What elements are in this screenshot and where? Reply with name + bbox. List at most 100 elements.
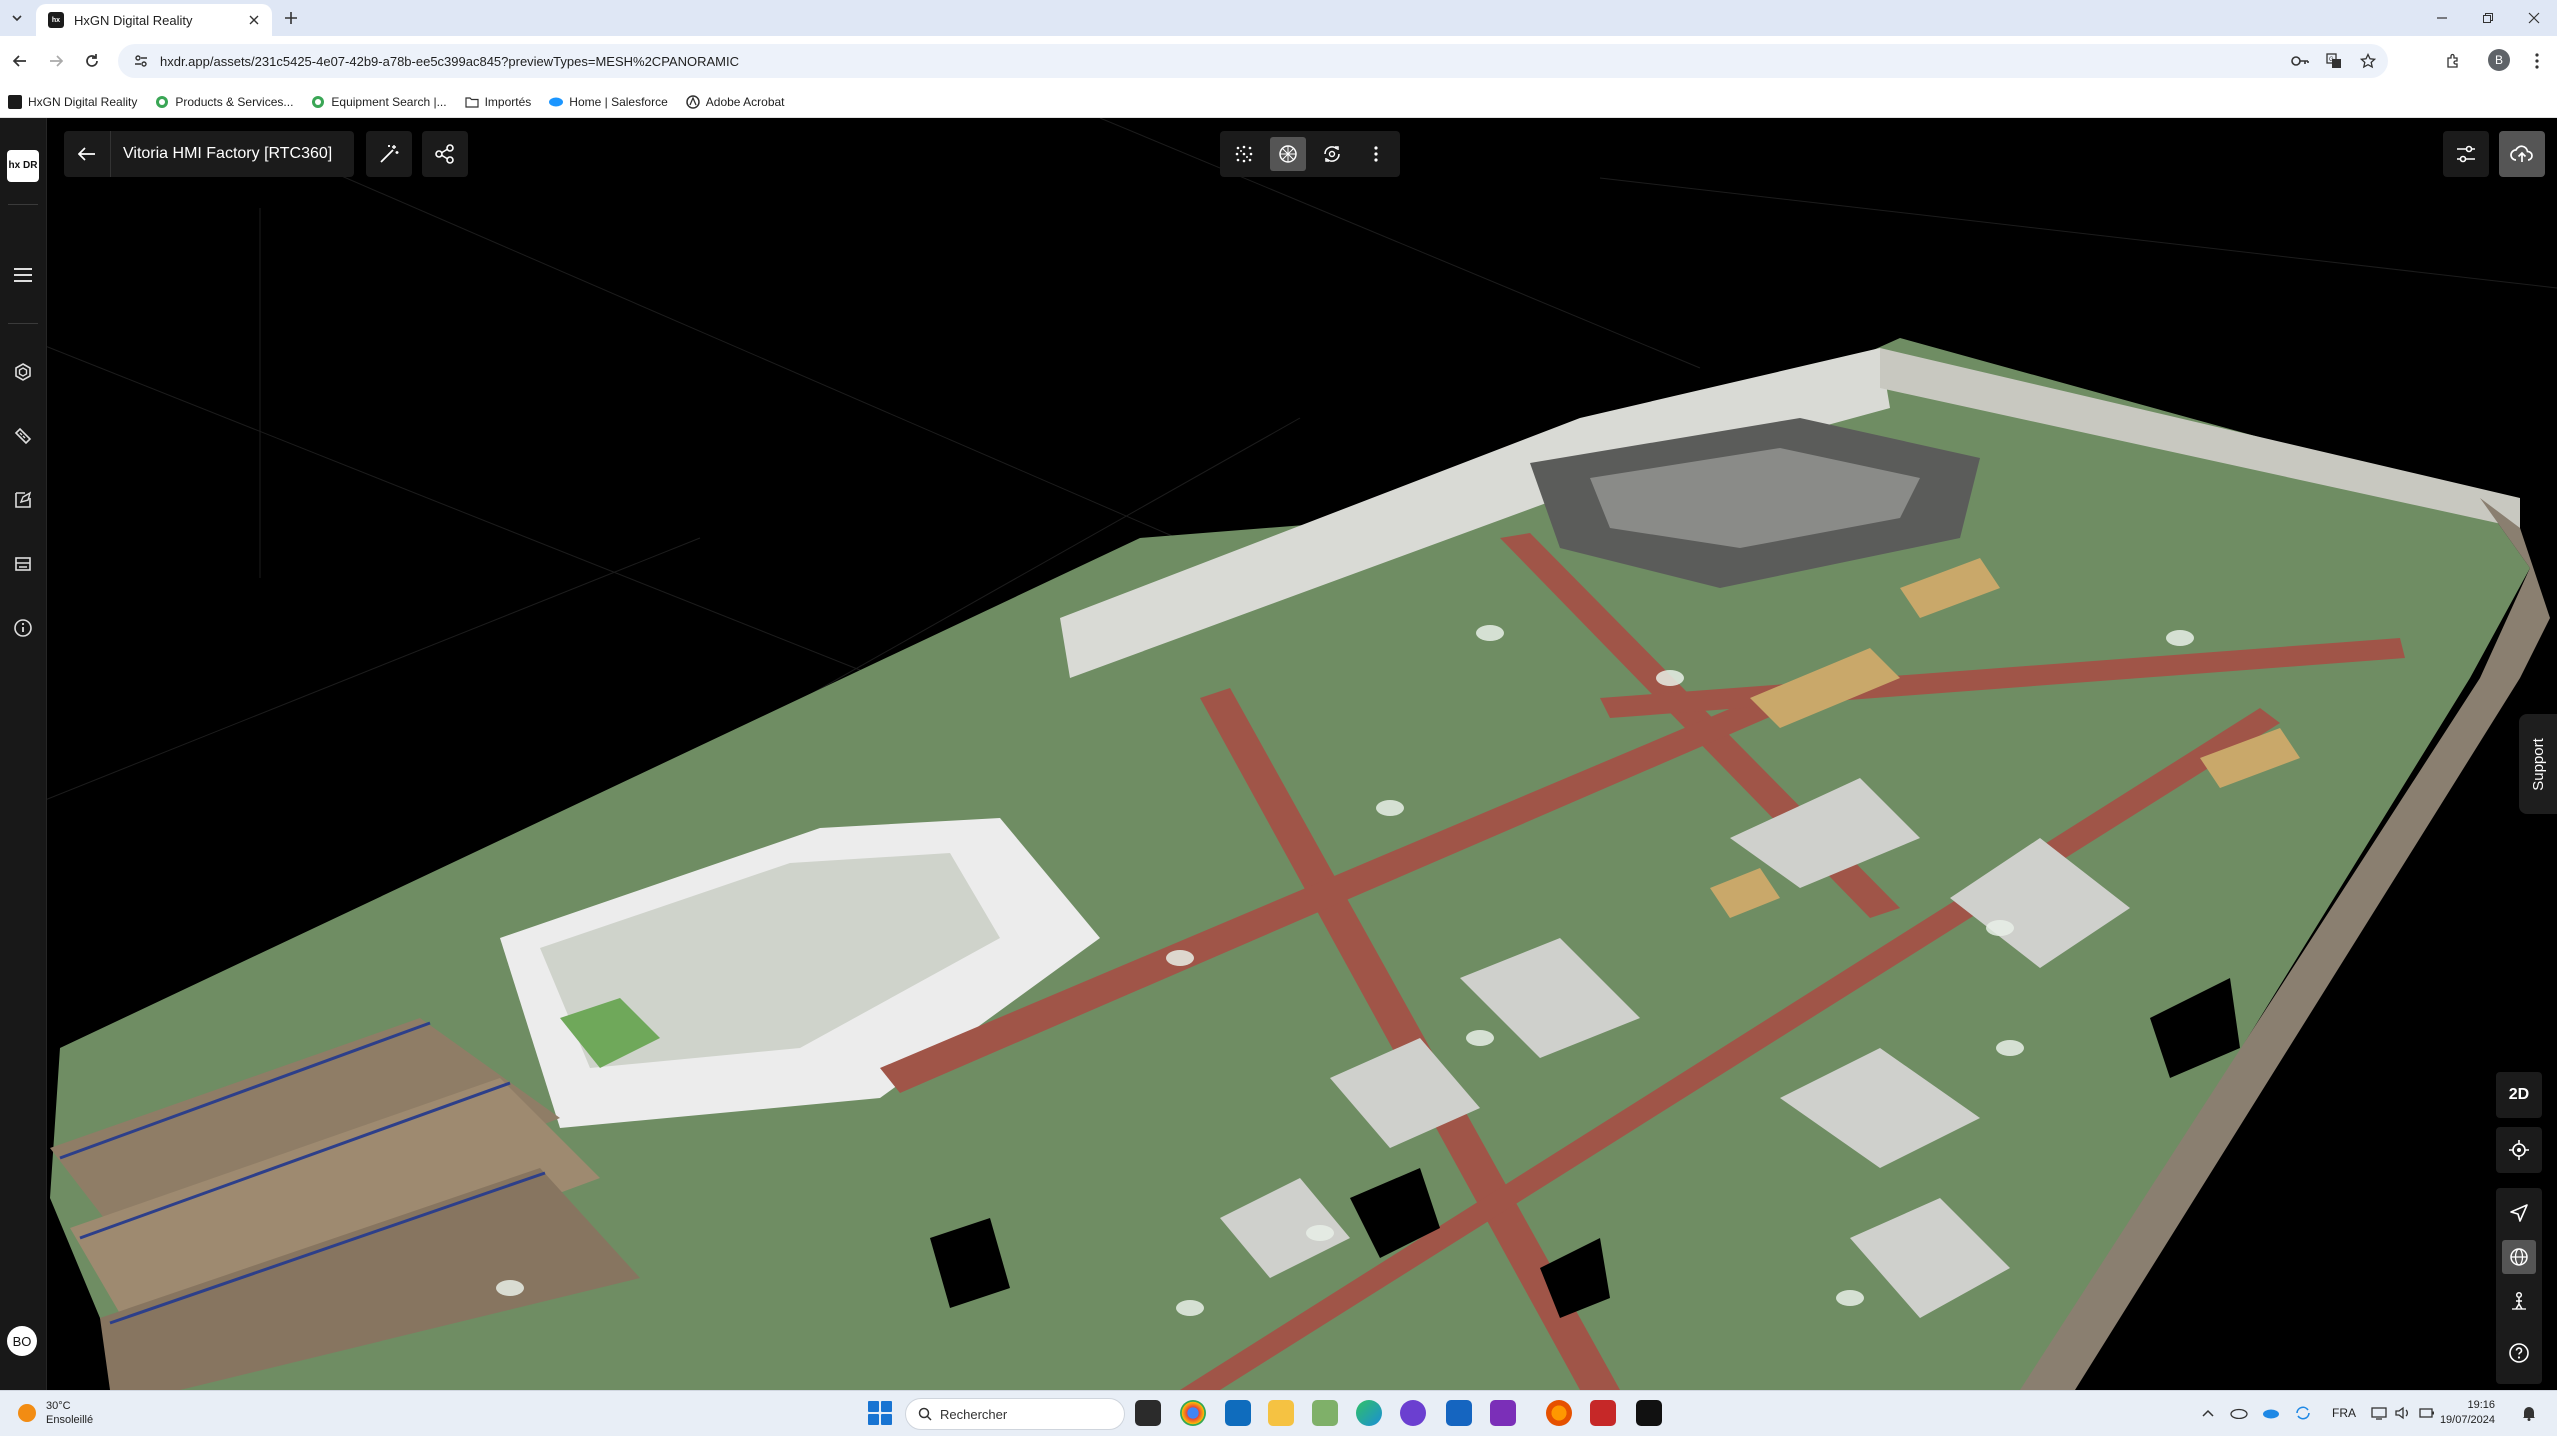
cad-app-icon[interactable]: [1590, 1400, 1616, 1426]
help-button[interactable]: [2496, 1330, 2542, 1376]
annotate-icon[interactable]: [7, 484, 39, 516]
weather-widget[interactable]: 30°C Ensoleillé: [18, 1399, 93, 1427]
back-arrow-icon[interactable]: [64, 131, 111, 177]
edge-icon[interactable]: [1356, 1400, 1382, 1426]
forward-arrow-icon[interactable]: [44, 49, 68, 73]
panorama-icon[interactable]: [1314, 137, 1350, 171]
measure-icon[interactable]: [7, 420, 39, 452]
task-view-icon[interactable]: [1135, 1400, 1161, 1426]
svg-text:G: G: [2329, 57, 2334, 63]
translate-icon[interactable]: G: [2320, 47, 2348, 75]
search-icon: [918, 1407, 932, 1421]
bookmark-label: Products & Services...: [175, 94, 294, 109]
settings-button[interactable]: [2443, 131, 2489, 177]
bookmark-equipment-search[interactable]: Equipment Search |...: [311, 94, 447, 109]
sun-icon: [18, 1404, 36, 1422]
battery-icon[interactable]: [2418, 1404, 2436, 1422]
chrome-icon[interactable]: [1180, 1400, 1206, 1426]
notification-bell-icon[interactable]: [2520, 1404, 2538, 1422]
magic-wand-button[interactable]: [366, 131, 412, 177]
photos-icon[interactable]: [1312, 1400, 1338, 1426]
bookmarks-bar: HxGN Digital Reality Products & Services…: [0, 86, 2557, 118]
menu-icon[interactable]: [7, 259, 39, 291]
weather-description: Ensoleillé: [46, 1414, 94, 1426]
reload-icon[interactable]: [80, 49, 104, 73]
new-tab-plus-icon[interactable]: [280, 7, 302, 29]
profile-avatar[interactable]: B: [2488, 49, 2510, 71]
taskbar-search[interactable]: Rechercher: [905, 1398, 1125, 1430]
tab-search-chevron-icon[interactable]: [6, 7, 28, 29]
file-explorer-icon[interactable]: [1268, 1400, 1294, 1426]
temperature: 30°C: [46, 1400, 71, 1412]
copilot-icon[interactable]: [1400, 1400, 1426, 1426]
asset-header: Vitoria HMI Factory [RTC360]: [64, 131, 355, 177]
tray-chevron-up-icon[interactable]: [2199, 1404, 2217, 1422]
hxdr-logo-icon: [8, 94, 22, 109]
bookmark-folder-importes[interactable]: Importés: [464, 95, 531, 109]
network-icon[interactable]: [2370, 1404, 2388, 1422]
person-icon[interactable]: [2502, 1284, 2536, 1318]
toggle-2d-button[interactable]: 2D: [2496, 1072, 2542, 1118]
clock-time: 19:16: [2467, 1399, 2495, 1411]
compass-button[interactable]: [2496, 1127, 2542, 1173]
navigate-icon[interactable]: [2502, 1196, 2536, 1230]
bookmark-adobe-acrobat[interactable]: Adobe Acrobat: [686, 95, 785, 109]
bookmark-salesforce[interactable]: Home | Salesforce: [549, 95, 668, 109]
rail-divider: [8, 323, 38, 324]
magic-wand-icon: [378, 143, 400, 165]
outlook-icon[interactable]: [1225, 1400, 1251, 1426]
close-tab-icon[interactable]: [244, 10, 264, 30]
more-options-kebab-icon[interactable]: [1358, 137, 1394, 171]
firefox-icon[interactable]: [1546, 1400, 1572, 1426]
point-cloud-icon[interactable]: [1226, 137, 1262, 171]
browser-tab[interactable]: hx HxGN Digital Reality: [36, 4, 272, 36]
sliders-icon: [2455, 144, 2477, 164]
url-text: hxdr.app/assets/231c5425-4e07-42b9-a78b-…: [160, 53, 739, 69]
view-mode-toggle: [1220, 131, 1400, 177]
browser-menu-kebab-icon[interactable]: [2524, 48, 2550, 74]
bookmark-hxdr[interactable]: HxGN Digital Reality: [8, 94, 138, 109]
back-arrow-icon[interactable]: [8, 49, 32, 73]
extensions-puzzle-icon[interactable]: [2440, 48, 2466, 74]
site-settings-icon[interactable]: [126, 46, 156, 76]
bookmark-label: Equipment Search |...: [331, 94, 447, 109]
bookmark-products-services[interactable]: Products & Services...: [155, 95, 293, 109]
browser-toolbar: hxdr.app/assets/231c5425-4e07-42b9-a78b-…: [0, 36, 2557, 86]
user-avatar[interactable]: BO: [7, 1326, 37, 1356]
share-icon: [434, 143, 456, 165]
info-icon[interactable]: [7, 612, 39, 644]
windows-start-icon[interactable]: [868, 1401, 892, 1425]
bookmark-label: Adobe Acrobat: [705, 94, 785, 109]
hxdr-favicon-icon: hx: [48, 12, 64, 28]
cards-icon[interactable]: [7, 548, 39, 580]
globe-icon[interactable]: [2502, 1240, 2536, 1274]
restore-window-icon[interactable]: [2465, 0, 2511, 36]
close-window-icon[interactable]: [2511, 0, 2557, 36]
clock-date: 19/07/2024: [2439, 1414, 2495, 1426]
onedrive-blue-icon[interactable]: [2262, 1404, 2280, 1422]
share-button[interactable]: [422, 131, 468, 177]
salesforce-cloud-icon: [549, 95, 564, 109]
sync-icon[interactable]: [2294, 1404, 2312, 1422]
bookmark-label: HxGN Digital Reality: [28, 94, 138, 109]
help-icon: [2508, 1342, 2530, 1364]
bookmark-label: Home | Salesforce: [569, 94, 668, 109]
minimize-window-icon[interactable]: [2419, 0, 2465, 36]
support-tab[interactable]: Support: [2519, 714, 2557, 814]
address-bar[interactable]: hxdr.app/assets/231c5425-4e07-42b9-a78b-…: [118, 44, 2388, 78]
hxdr-logo[interactable]: hx DR: [7, 150, 39, 182]
language-indicator[interactable]: FRA: [2332, 1406, 2356, 1420]
bookmark-star-icon[interactable]: [2354, 47, 2382, 75]
clipchamp-icon[interactable]: [1490, 1400, 1516, 1426]
meta-app-icon[interactable]: [1636, 1400, 1662, 1426]
speaker-icon[interactable]: [2394, 1404, 2412, 1422]
password-key-icon[interactable]: [2286, 47, 2314, 75]
onedrive-icon[interactable]: [2230, 1404, 2248, 1422]
cloud-upload-button[interactable]: [2499, 131, 2545, 177]
tab-title: HxGN Digital Reality: [74, 12, 193, 28]
store-icon[interactable]: [1446, 1400, 1472, 1426]
layers-icon[interactable]: [7, 356, 39, 388]
mesh-3d-viewport[interactable]: [0, 118, 2557, 1390]
mesh-icon[interactable]: [1270, 137, 1306, 171]
system-clock[interactable]: 19:16 19/07/2024: [2435, 1398, 2495, 1428]
